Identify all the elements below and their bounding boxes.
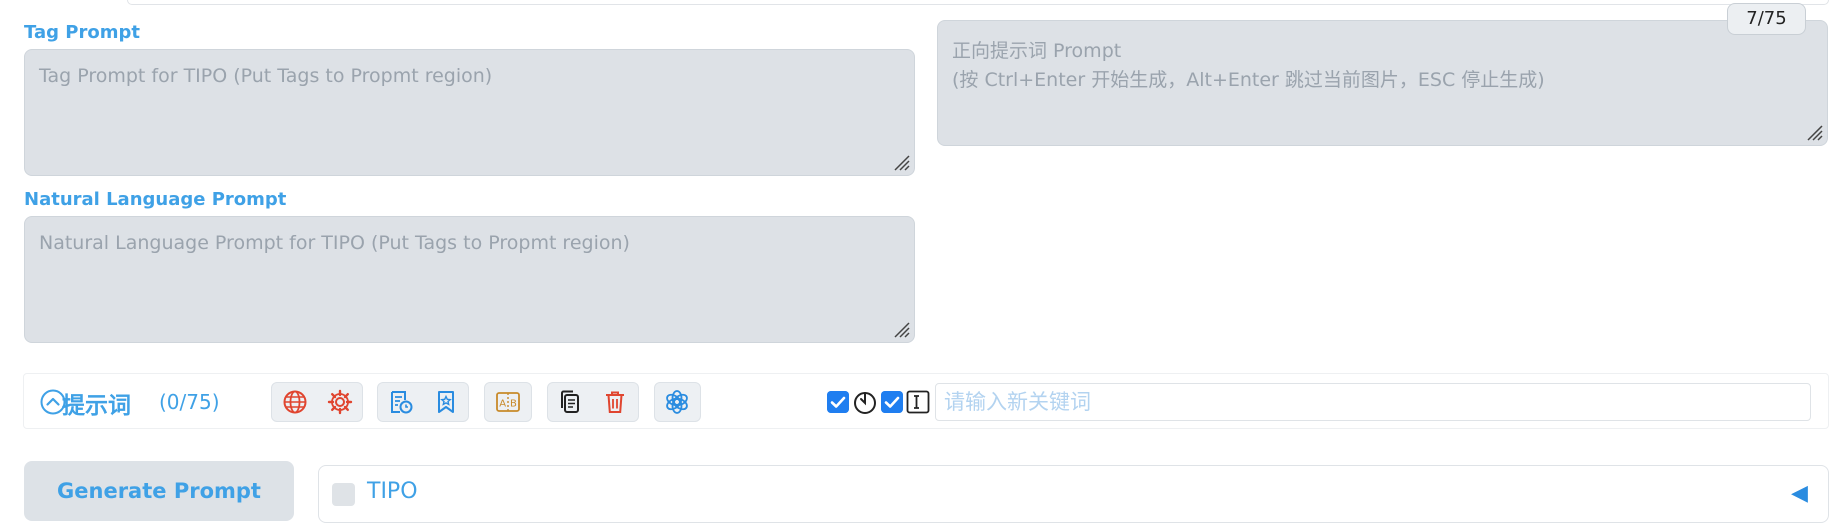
resize-grip-icon[interactable] — [1806, 124, 1824, 142]
copy-icon[interactable] — [556, 388, 584, 416]
timer-icon[interactable] — [852, 389, 878, 415]
token-counter-badge: 7/75 — [1727, 3, 1806, 35]
tag-prompt-label: Tag Prompt — [24, 22, 140, 43]
check-icon[interactable] — [827, 391, 849, 413]
globe-icon[interactable] — [281, 388, 309, 416]
bookmark-icon[interactable] — [432, 388, 460, 416]
svg-text:B: B — [510, 399, 517, 410]
top-panel-edge — [127, 0, 1829, 5]
prompt-section-title[interactable]: 提示词 — [62, 386, 131, 420]
svg-text:A: A — [499, 399, 506, 410]
natural-language-prompt-textarea[interactable] — [24, 216, 915, 343]
gear-icon[interactable] — [326, 388, 354, 416]
positive-prompt-wrapper — [937, 20, 1828, 146]
natural-language-prompt-label: Natural Language Prompt — [24, 189, 287, 210]
openai-icon[interactable] — [663, 388, 691, 416]
tipo-accordion[interactable] — [318, 465, 1829, 523]
generate-prompt-button[interactable]: Generate Prompt — [24, 461, 294, 521]
text-cursor-icon[interactable] — [906, 390, 930, 414]
natural-language-prompt-wrapper — [24, 216, 915, 343]
tag-prompt-textarea[interactable] — [24, 49, 915, 176]
tipo-checkbox[interactable] — [332, 483, 355, 506]
tag-prompt-wrapper — [24, 49, 915, 176]
check-icon[interactable] — [881, 391, 903, 413]
prompt-token-count: (0/75) — [159, 390, 220, 414]
keyword-input[interactable] — [935, 383, 1811, 421]
resize-grip-icon[interactable] — [893, 321, 911, 339]
positive-prompt-textarea[interactable] — [937, 20, 1828, 146]
ab-translate-icon[interactable]: A B — [494, 388, 522, 416]
tipo-label: TIPO — [367, 479, 418, 504]
expand-arrow-icon[interactable]: ◀ — [1791, 481, 1808, 506]
resize-grip-icon[interactable] — [893, 154, 911, 172]
history-icon[interactable] — [387, 388, 415, 416]
trash-icon[interactable] — [601, 388, 629, 416]
